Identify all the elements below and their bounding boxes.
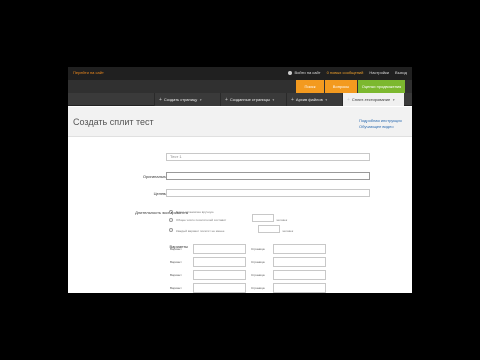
variant-label: Вариант	[170, 260, 182, 264]
chevron-down-icon: ▼	[271, 97, 275, 102]
per-variant-input[interactable]	[258, 225, 280, 233]
tab-label: Архив файлов	[295, 97, 323, 102]
instruction-link[interactable]: Подробная инструкция	[359, 118, 402, 123]
page-title: Создать сплит тест	[73, 117, 154, 127]
video-link[interactable]: Обучающее видео	[359, 124, 394, 129]
total-visitors-input[interactable]	[252, 214, 274, 222]
radio-manual-stop[interactable]	[169, 210, 173, 214]
messages-link[interactable]: 0 новых сообщений	[327, 70, 364, 75]
plus-icon: +	[347, 96, 350, 103]
admin-window: Перейти на сайт Войти на сайт 0 новых со…	[68, 67, 412, 293]
goal-page-input[interactable]	[166, 189, 370, 197]
chevron-down-icon: ▼	[199, 97, 203, 102]
option-per-variant: Каждый вариант посетит не менее	[176, 229, 225, 233]
variant-page-label: Страница	[251, 247, 265, 251]
video-frame: Перейти на сайт Войти на сайт 0 новых со…	[0, 0, 480, 360]
tab-created-pages[interactable]: + Созданные страницы ▼	[220, 93, 286, 106]
action-button-3[interactable]: Оценки продвижения	[358, 80, 405, 93]
action-button-2[interactable]: Вопросы	[325, 80, 357, 93]
radio-per-variant[interactable]	[169, 228, 173, 232]
user-link[interactable]: Войти на сайт	[288, 70, 321, 75]
unit-label: человек	[282, 229, 294, 233]
top-bar: Перейти на сайт Войти на сайт 0 новых со…	[68, 67, 412, 80]
go-to-site-link[interactable]: Перейти на сайт	[73, 70, 104, 75]
tab-split-test[interactable]: + Сплит-тестирование ▼	[342, 93, 404, 106]
variant-name-input[interactable]	[193, 244, 246, 254]
variant-label: Вариант	[170, 286, 182, 290]
variant-page-label: Страница	[251, 286, 265, 290]
logout-link[interactable]: Выход	[395, 70, 407, 75]
variant-page-input[interactable]	[273, 283, 326, 293]
name-input[interactable]: Тест 1	[166, 153, 370, 161]
tab-label: Созданные страницы	[229, 97, 270, 102]
option-total-visitors: Общее число посетителей составит	[176, 218, 227, 222]
original-page-input[interactable]	[166, 172, 370, 180]
variant-label: Вариант	[170, 273, 182, 277]
variant-page-label: Страница	[251, 273, 265, 277]
unit-label: человек	[276, 218, 288, 222]
variant-name-input[interactable]	[193, 283, 246, 293]
variant-name-input[interactable]	[193, 270, 246, 280]
plus-icon: +	[291, 96, 294, 103]
radio-total-visitors[interactable]	[169, 218, 173, 222]
tab-label: Создать страницу	[163, 97, 198, 102]
action-button-1[interactable]: Поиск	[296, 80, 324, 93]
variant-label: Вариант	[170, 247, 182, 251]
chevron-down-icon: ▼	[392, 97, 396, 102]
chevron-down-icon: ▼	[324, 97, 328, 102]
plus-icon: +	[225, 96, 228, 103]
tab-file-archive[interactable]: + Архив файлов ▼	[286, 93, 342, 106]
user-icon	[288, 70, 293, 75]
tab-label: Сплит-тестирование	[351, 97, 391, 102]
variant-page-label: Страница	[251, 260, 265, 264]
top-bar-menu: Войти на сайт 0 новых сообщений Настройк…	[288, 70, 407, 75]
variant-page-input[interactable]	[273, 270, 326, 280]
plus-icon: +	[159, 96, 162, 103]
variant-page-input[interactable]	[273, 244, 326, 254]
user-label: Войти на сайт	[294, 70, 321, 75]
settings-link[interactable]: Настройки	[369, 70, 389, 75]
option-manual-stop: Будет остановлен вручную	[176, 210, 214, 214]
variant-name-input[interactable]	[193, 257, 246, 267]
tab-create-page[interactable]: + Создать страницу ▼	[154, 93, 220, 106]
variant-page-input[interactable]	[273, 257, 326, 267]
